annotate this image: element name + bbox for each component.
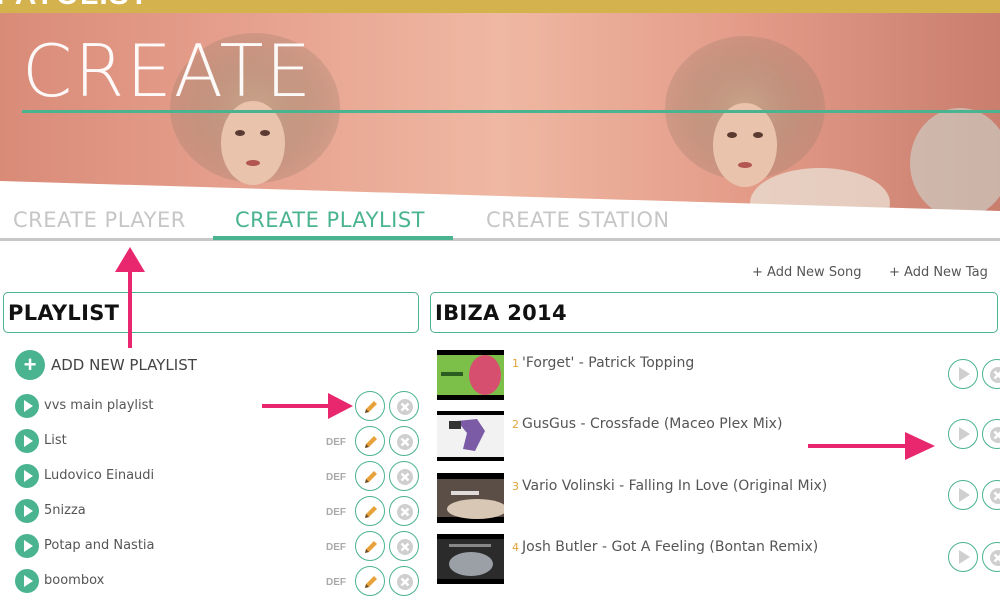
playlist-name[interactable]: Potap and Nastia: [44, 538, 155, 553]
tab-create-player[interactable]: CREATE PLAYER: [13, 208, 186, 232]
song-title-text: 'Forget' - Patrick Topping: [522, 355, 695, 371]
delete-playlist-button[interactable]: [389, 426, 419, 456]
edit-playlist-button[interactable]: [355, 461, 385, 491]
edit-playlist-button[interactable]: [355, 426, 385, 456]
pencil-icon: [365, 576, 377, 588]
close-icon: [397, 469, 413, 485]
play-icon[interactable]: [15, 464, 39, 488]
songs-panel-header: IBIZA 2014: [430, 292, 998, 333]
delete-playlist-button[interactable]: [389, 461, 419, 491]
playlist-row: vvs main playlist: [15, 391, 420, 421]
delete-song-button[interactable]: [982, 480, 1000, 510]
song-title[interactable]: 1 'Forget' - Patrick Topping: [512, 355, 694, 371]
close-icon: [990, 427, 1000, 443]
playlist-row: boombox DEF: [15, 566, 420, 596]
close-icon: [990, 367, 1000, 383]
song-title-text: Vario Volinski - Falling In Love (Origin…: [522, 478, 828, 494]
site-title-fragment: PAYOLIST: [0, 0, 149, 12]
play-icon[interactable]: [15, 499, 39, 523]
playlist-panel-title: PLAYLIST: [8, 301, 120, 325]
close-icon: [397, 504, 413, 520]
add-new-song-link[interactable]: + Add New Song: [752, 265, 862, 280]
tab-create-station[interactable]: CREATE STATION: [486, 208, 670, 232]
edit-playlist-button[interactable]: [355, 566, 385, 596]
song-number: 1: [512, 357, 519, 370]
tabs-divider: [0, 238, 1000, 241]
pencil-icon: [365, 436, 377, 448]
add-new-playlist-label: ADD NEW PLAYLIST: [51, 356, 197, 374]
song-number: 4: [512, 541, 519, 554]
song-number: 3: [512, 480, 519, 493]
hero-divider: [22, 110, 1000, 113]
delete-playlist-button[interactable]: [389, 496, 419, 526]
delete-playlist-button[interactable]: [389, 391, 419, 421]
song-title[interactable]: 2 GusGus - Crossfade (Maceo Plex Mix): [512, 416, 782, 432]
play-icon[interactable]: [15, 429, 39, 453]
play-icon[interactable]: [15, 534, 39, 558]
close-icon: [397, 539, 413, 555]
hero-title: CREATE: [22, 29, 313, 113]
delete-song-button[interactable]: [982, 419, 1000, 449]
song-thumbnail: [437, 473, 504, 523]
active-tab-indicator: [213, 236, 453, 240]
playlist-row: Potap and Nastia DEF: [15, 531, 420, 561]
playlist-name[interactable]: List: [44, 433, 67, 448]
playlist-row: Ludovico Einaudi DEF: [15, 461, 420, 491]
song-title[interactable]: 3 Vario Volinski - Falling In Love (Origi…: [512, 478, 827, 494]
play-icon[interactable]: [948, 542, 978, 572]
delete-playlist-button[interactable]: [389, 531, 419, 561]
edit-playlist-button[interactable]: [355, 391, 385, 421]
song-number: 2: [512, 418, 519, 431]
plus-icon: +: [15, 350, 45, 380]
add-new-tag-link[interactable]: + Add New Tag: [889, 265, 988, 280]
song-title-text: Josh Butler - Got A Feeling (Bontan Remi…: [522, 539, 819, 555]
close-icon: [397, 434, 413, 450]
default-badge[interactable]: DEF: [326, 577, 346, 588]
song-title-text: GusGus - Crossfade (Maceo Plex Mix): [522, 416, 783, 432]
songs-panel-title: IBIZA 2014: [435, 301, 567, 325]
close-icon: [397, 399, 413, 415]
tab-create-playlist[interactable]: CREATE PLAYLIST: [235, 208, 425, 232]
delete-song-button[interactable]: [982, 359, 1000, 389]
add-new-playlist-button[interactable]: + ADD NEW PLAYLIST: [15, 350, 197, 380]
song-row: 1 'Forget' - Patrick Topping: [437, 350, 1000, 400]
playlist-name[interactable]: 5nizza: [44, 503, 86, 518]
close-icon: [990, 488, 1000, 504]
song-thumbnail: [437, 350, 504, 400]
song-title[interactable]: 4 Josh Butler - Got A Feeling (Bontan Rem…: [512, 539, 818, 555]
playlist-name[interactable]: vvs main playlist: [44, 398, 154, 413]
hero-banner: CREATE: [0, 13, 1000, 238]
song-row: 2 GusGus - Crossfade (Maceo Plex Mix): [437, 411, 1000, 461]
close-icon: [397, 574, 413, 590]
edit-playlist-button[interactable]: [355, 531, 385, 561]
song-thumbnail: [437, 534, 504, 584]
default-badge[interactable]: DEF: [326, 507, 346, 518]
playlist-row: List DEF: [15, 426, 420, 456]
play-icon[interactable]: [948, 359, 978, 389]
pencil-icon: [365, 401, 377, 413]
playlist-panel-header: PLAYLIST: [3, 292, 419, 333]
playlist-row: 5nizza DEF: [15, 496, 420, 526]
pencil-icon: [365, 541, 377, 553]
default-badge[interactable]: DEF: [326, 542, 346, 553]
playlist-name[interactable]: Ludovico Einaudi: [44, 468, 154, 483]
top-bar: PAYOLIST: [0, 0, 1000, 13]
playlist-name[interactable]: boombox: [44, 573, 104, 588]
delete-playlist-button[interactable]: [389, 566, 419, 596]
song-thumbnail: [437, 411, 504, 461]
song-row: 3 Vario Volinski - Falling In Love (Origi…: [437, 473, 1000, 523]
default-badge[interactable]: DEF: [326, 437, 346, 448]
play-icon[interactable]: [15, 394, 39, 418]
song-row: 4 Josh Butler - Got A Feeling (Bontan Rem…: [437, 534, 1000, 584]
play-icon[interactable]: [948, 480, 978, 510]
default-badge[interactable]: DEF: [326, 472, 346, 483]
close-icon: [990, 550, 1000, 566]
edit-playlist-button[interactable]: [355, 496, 385, 526]
pencil-icon: [365, 471, 377, 483]
play-icon[interactable]: [948, 419, 978, 449]
delete-song-button[interactable]: [982, 542, 1000, 572]
play-icon[interactable]: [15, 569, 39, 593]
pencil-icon: [365, 506, 377, 518]
